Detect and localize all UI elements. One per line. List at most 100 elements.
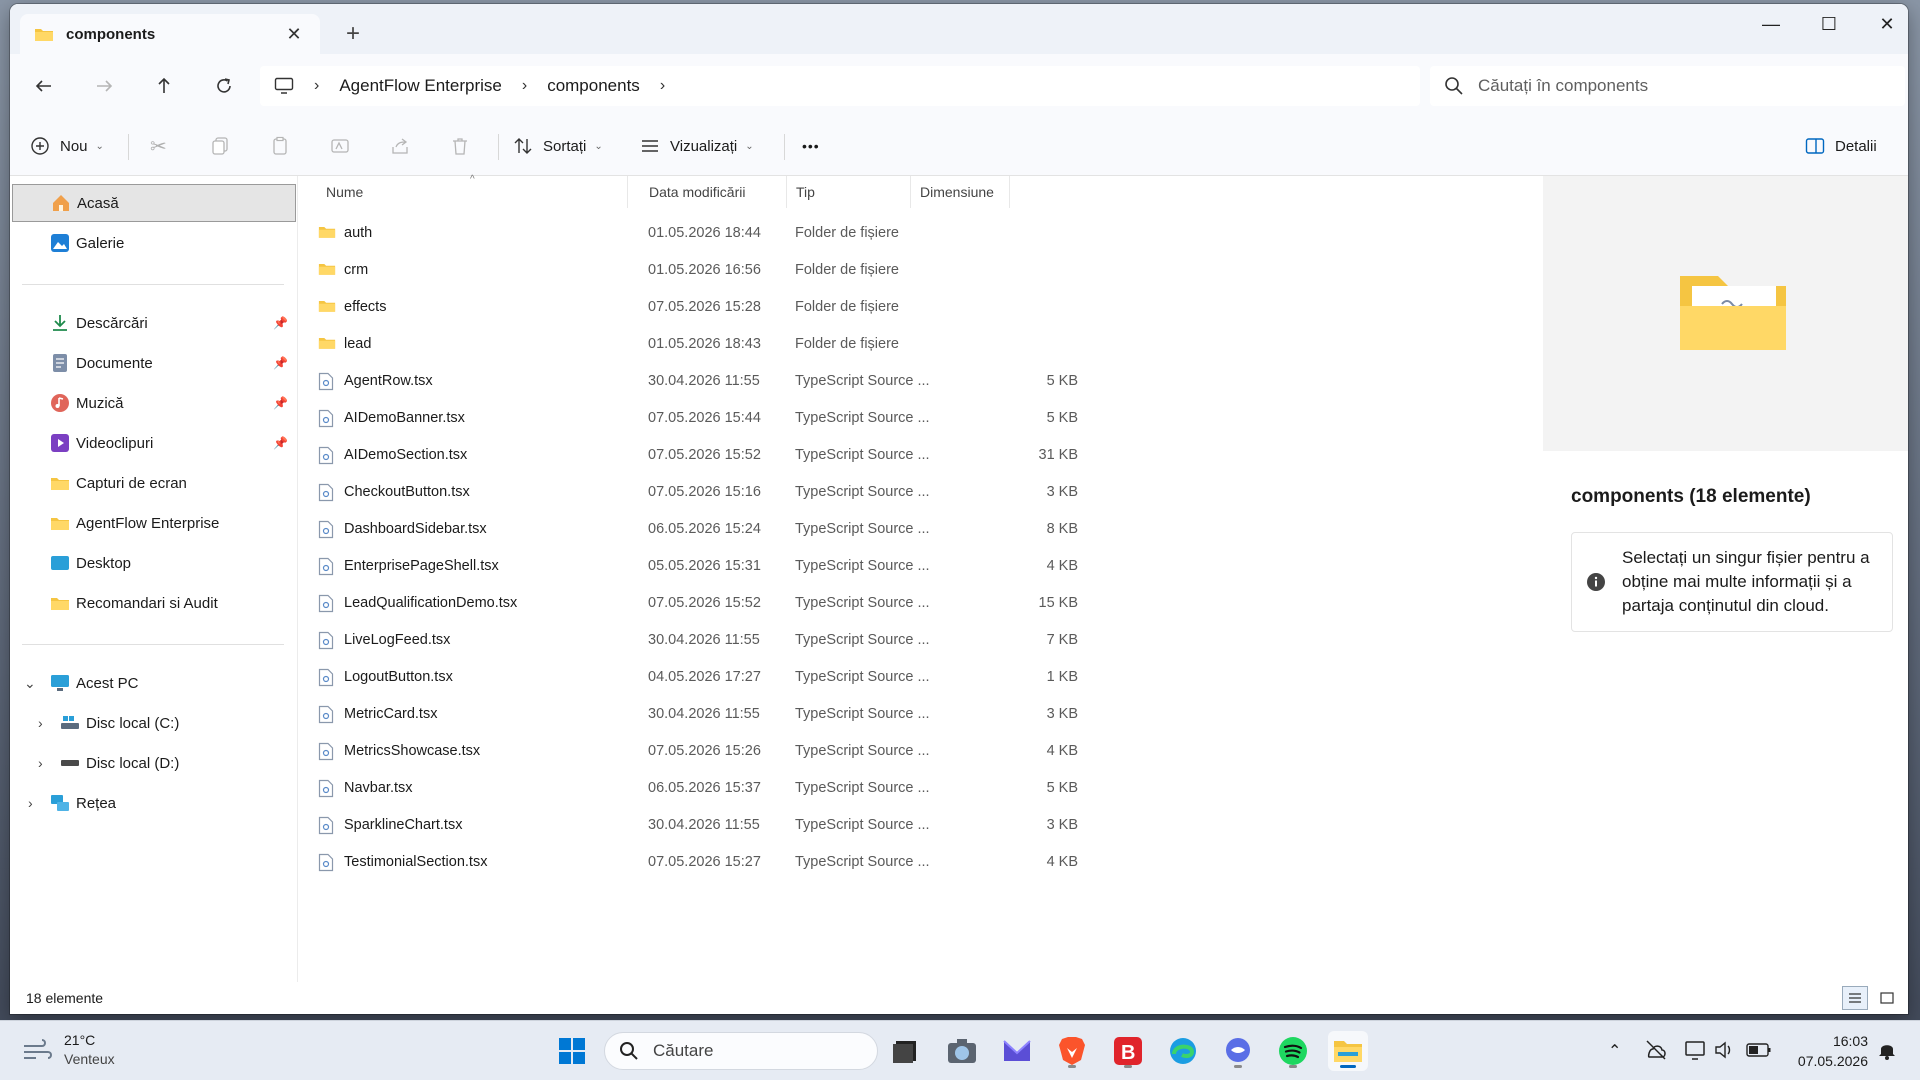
file-row[interactable]: DashboardSidebar.tsx 06.05.2026 15:24 Type… xyxy=(318,514,1178,544)
edge-browser-app[interactable] xyxy=(1163,1031,1203,1071)
folder-row[interactable]: crm 01.05.2026 16:56 Folder de fișiere xyxy=(318,255,1178,285)
file-row[interactable]: LeadQualificationDemo.tsx 07.05.2026 15:5… xyxy=(318,588,1178,618)
item-name[interactable]: AIDemoSection.tsx xyxy=(318,446,467,465)
pin-icon[interactable]: 📌 xyxy=(273,356,288,370)
tab-close-icon[interactable]: ✕ xyxy=(282,24,306,45)
item-name[interactable]: MetricCard.tsx xyxy=(318,705,437,724)
new-button[interactable]: Nou ⌄ xyxy=(30,128,104,164)
item-name[interactable]: AgentRow.tsx xyxy=(318,372,433,391)
sidebar-item-videos[interactable]: Videoclipuri 📌 xyxy=(12,424,296,462)
sidebar-item-music[interactable]: Muzică 📌 xyxy=(12,384,296,422)
more-options-button[interactable]: ••• xyxy=(802,128,820,164)
clock[interactable]: 16:03 07.05.2026 xyxy=(1796,1031,1868,1071)
sidebar-item-downloads[interactable]: Descărcări 📌 xyxy=(12,304,296,342)
sidebar-item-recomandari[interactable]: Recomandari si Audit xyxy=(12,584,296,622)
paste-button[interactable] xyxy=(270,128,290,164)
item-name[interactable]: AIDemoBanner.tsx xyxy=(318,409,465,428)
item-name[interactable]: EnterprisePageShell.tsx xyxy=(318,557,499,576)
file-row[interactable]: SparklineChart.tsx 30.04.2026 11:55 TypeSc… xyxy=(318,810,1178,840)
details-pane-button[interactable]: Detalii xyxy=(1805,128,1877,164)
item-name[interactable]: LiveLogFeed.tsx xyxy=(318,631,450,650)
sidebar-item-drive-c[interactable]: › Disc local (C:) xyxy=(12,704,296,742)
sidebar-item-screenshots[interactable]: Capturi de ecran xyxy=(12,464,296,502)
back-button[interactable] xyxy=(24,68,64,104)
taskbar-search[interactable]: Căutare xyxy=(604,1032,878,1070)
item-name[interactable]: LeadQualificationDemo.tsx xyxy=(318,594,517,613)
chat-app[interactable] xyxy=(1218,1031,1258,1071)
share-button[interactable] xyxy=(390,128,410,164)
item-name[interactable]: lead xyxy=(318,335,371,353)
close-button[interactable]: ✕ xyxy=(1858,4,1908,44)
item-name[interactable]: MetricsShowcase.tsx xyxy=(318,742,480,761)
breadcrumb-components[interactable]: components xyxy=(547,76,640,96)
delete-button[interactable] xyxy=(450,128,470,164)
column-header-size[interactable]: Dimensiune xyxy=(912,176,1010,208)
rename-button[interactable] xyxy=(330,128,350,164)
network-status-icon[interactable] xyxy=(1684,1039,1708,1065)
sidebar-item-agentflow[interactable]: AgentFlow Enterprise xyxy=(12,504,296,542)
column-header-name[interactable]: Nume ^ xyxy=(318,174,628,208)
sidebar-item-this-pc[interactable]: ⌄ Acest PC xyxy=(12,664,296,702)
camera-app[interactable] xyxy=(942,1031,982,1071)
copy-button[interactable] xyxy=(210,128,230,164)
sidebar-item-home[interactable]: Acasă xyxy=(12,184,296,222)
sidebar-item-gallery[interactable]: Galerie xyxy=(12,224,296,262)
tab-components[interactable]: components ✕ xyxy=(20,14,320,54)
new-tab-button[interactable]: + xyxy=(338,22,368,46)
task-view-button[interactable] xyxy=(886,1031,926,1071)
folder-row[interactable]: auth 01.05.2026 18:44 Folder de fișiere xyxy=(318,218,1178,248)
view-button[interactable]: Vizualizați ⌄ xyxy=(640,128,754,164)
item-name[interactable]: auth xyxy=(318,224,372,242)
up-button[interactable] xyxy=(144,68,184,104)
chevron-right-icon[interactable]: › xyxy=(28,795,33,811)
cut-button[interactable]: ✂ xyxy=(150,128,167,164)
maximize-button[interactable]: ☐ xyxy=(1800,4,1858,44)
file-row[interactable]: AgentRow.tsx 30.04.2026 11:55 TypeScript S… xyxy=(318,366,1178,396)
breadcrumb-agentflow[interactable]: AgentFlow Enterprise xyxy=(339,76,502,96)
pin-icon[interactable]: 📌 xyxy=(273,436,288,450)
chevron-right-icon[interactable]: › xyxy=(38,755,43,771)
sidebar-item-network[interactable]: › Rețea xyxy=(12,784,296,822)
sidebar-item-documents[interactable]: Documente 📌 xyxy=(12,344,296,382)
tiles-view-toggle[interactable] xyxy=(1874,986,1900,1010)
chevron-right-icon[interactable]: › xyxy=(660,77,665,95)
item-name[interactable]: effects xyxy=(318,298,386,316)
file-row[interactable]: Navbar.tsx 06.05.2026 15:37 TypeScript Sou… xyxy=(318,773,1178,803)
folder-row[interactable]: lead 01.05.2026 18:43 Folder de fișiere xyxy=(318,329,1178,359)
sidebar-item-drive-d[interactable]: › Disc local (D:) xyxy=(12,744,296,782)
item-name[interactable]: CheckoutButton.tsx xyxy=(318,483,470,502)
battery-icon[interactable] xyxy=(1746,1041,1772,1063)
address-bar[interactable]: › AgentFlow Enterprise › components › xyxy=(260,66,1420,106)
pin-icon[interactable]: 📌 xyxy=(273,396,288,410)
item-name[interactable]: LogoutButton.tsx xyxy=(318,668,453,687)
search-box[interactable]: Căutați în components xyxy=(1430,66,1905,106)
forward-button[interactable] xyxy=(84,68,124,104)
spotify-app[interactable] xyxy=(1273,1031,1313,1071)
brave-browser-app[interactable] xyxy=(1052,1031,1092,1071)
mail-app[interactable] xyxy=(997,1031,1037,1071)
chevron-right-icon[interactable]: › xyxy=(38,715,43,731)
refresh-button[interactable] xyxy=(204,68,244,104)
file-explorer-app[interactable] xyxy=(1328,1031,1368,1071)
item-name[interactable]: TestimonialSection.tsx xyxy=(318,853,487,872)
item-name[interactable]: Navbar.tsx xyxy=(318,779,413,798)
file-row[interactable]: MetricCard.tsx 30.04.2026 11:55 TypeScript… xyxy=(318,699,1178,729)
sidebar-item-desktop[interactable]: Desktop xyxy=(12,544,296,582)
volume-icon[interactable] xyxy=(1714,1039,1736,1065)
item-name[interactable]: crm xyxy=(318,261,368,279)
chevron-down-icon[interactable]: ⌄ xyxy=(24,675,36,692)
pin-icon[interactable]: 📌 xyxy=(273,316,288,330)
show-hidden-icons-chevron[interactable]: ⌃ xyxy=(1608,1041,1621,1061)
minimize-button[interactable]: — xyxy=(1742,4,1800,44)
file-row[interactable]: CheckoutButton.tsx 07.05.2026 15:16 TypeSc… xyxy=(318,477,1178,507)
item-name[interactable]: DashboardSidebar.tsx xyxy=(318,520,487,539)
column-header-type[interactable]: Tip xyxy=(788,176,911,208)
start-button[interactable] xyxy=(552,1031,592,1071)
sort-button[interactable]: Sortați ⌄ xyxy=(513,128,603,164)
file-row[interactable]: MetricsShowcase.tsx 07.05.2026 15:26 TypeS… xyxy=(318,736,1178,766)
file-row[interactable]: LogoutButton.tsx 04.05.2026 17:27 TypeScri… xyxy=(318,662,1178,692)
item-name[interactable]: SparklineChart.tsx xyxy=(318,816,462,835)
weather-widget[interactable]: 21°C Venteux xyxy=(22,1031,115,1069)
file-row[interactable]: AIDemoSection.tsx 07.05.2026 15:52 TypeScr… xyxy=(318,440,1178,470)
file-row[interactable]: LiveLogFeed.tsx 30.04.2026 11:55 TypeScrip… xyxy=(318,625,1178,655)
